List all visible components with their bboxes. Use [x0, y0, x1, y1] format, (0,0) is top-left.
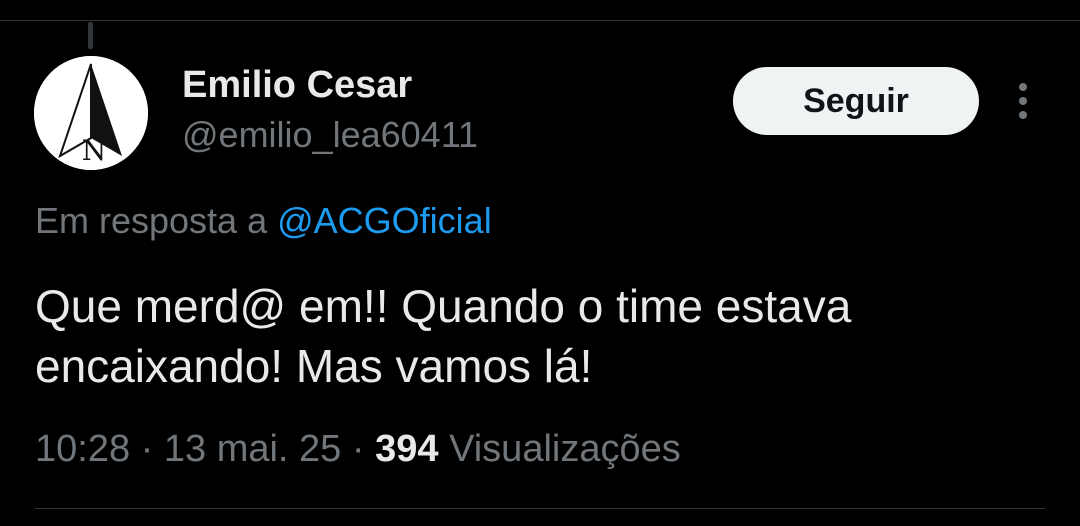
author-handle[interactable]: @emilio_lea60411	[182, 114, 478, 156]
reply-context: Em resposta a @ACGOficial	[35, 200, 492, 242]
tweet-text: Que merd@ em!! Quando o time estava enca…	[35, 280, 852, 392]
thread-connector-line	[88, 22, 93, 49]
top-divider	[0, 20, 1080, 21]
more-options-icon	[1019, 83, 1027, 119]
north-arrow-icon: N	[34, 56, 148, 170]
follow-button[interactable]: Seguir	[733, 67, 979, 135]
views-count: 394	[375, 428, 439, 470]
author-display-name[interactable]: Emilio Cesar	[182, 64, 412, 107]
views-label: Visualizações	[449, 428, 681, 470]
tweet-date[interactable]: 13 mai. 25	[164, 428, 341, 470]
reply-mention-link[interactable]: @ACGOficial	[277, 200, 492, 241]
bottom-divider	[35, 508, 1045, 509]
reply-prefix: Em resposta a	[35, 200, 268, 241]
tweet-time[interactable]: 10:28	[35, 428, 130, 470]
tweet-meta: 10:28 · 13 mai. 25 · 394 Visualizações	[35, 428, 681, 471]
meta-separator: ·	[140, 428, 164, 470]
more-options-button[interactable]	[1006, 78, 1040, 124]
avatar[interactable]: N	[34, 56, 148, 170]
avatar-letter: N	[82, 134, 107, 167]
meta-separator: ·	[351, 428, 376, 470]
